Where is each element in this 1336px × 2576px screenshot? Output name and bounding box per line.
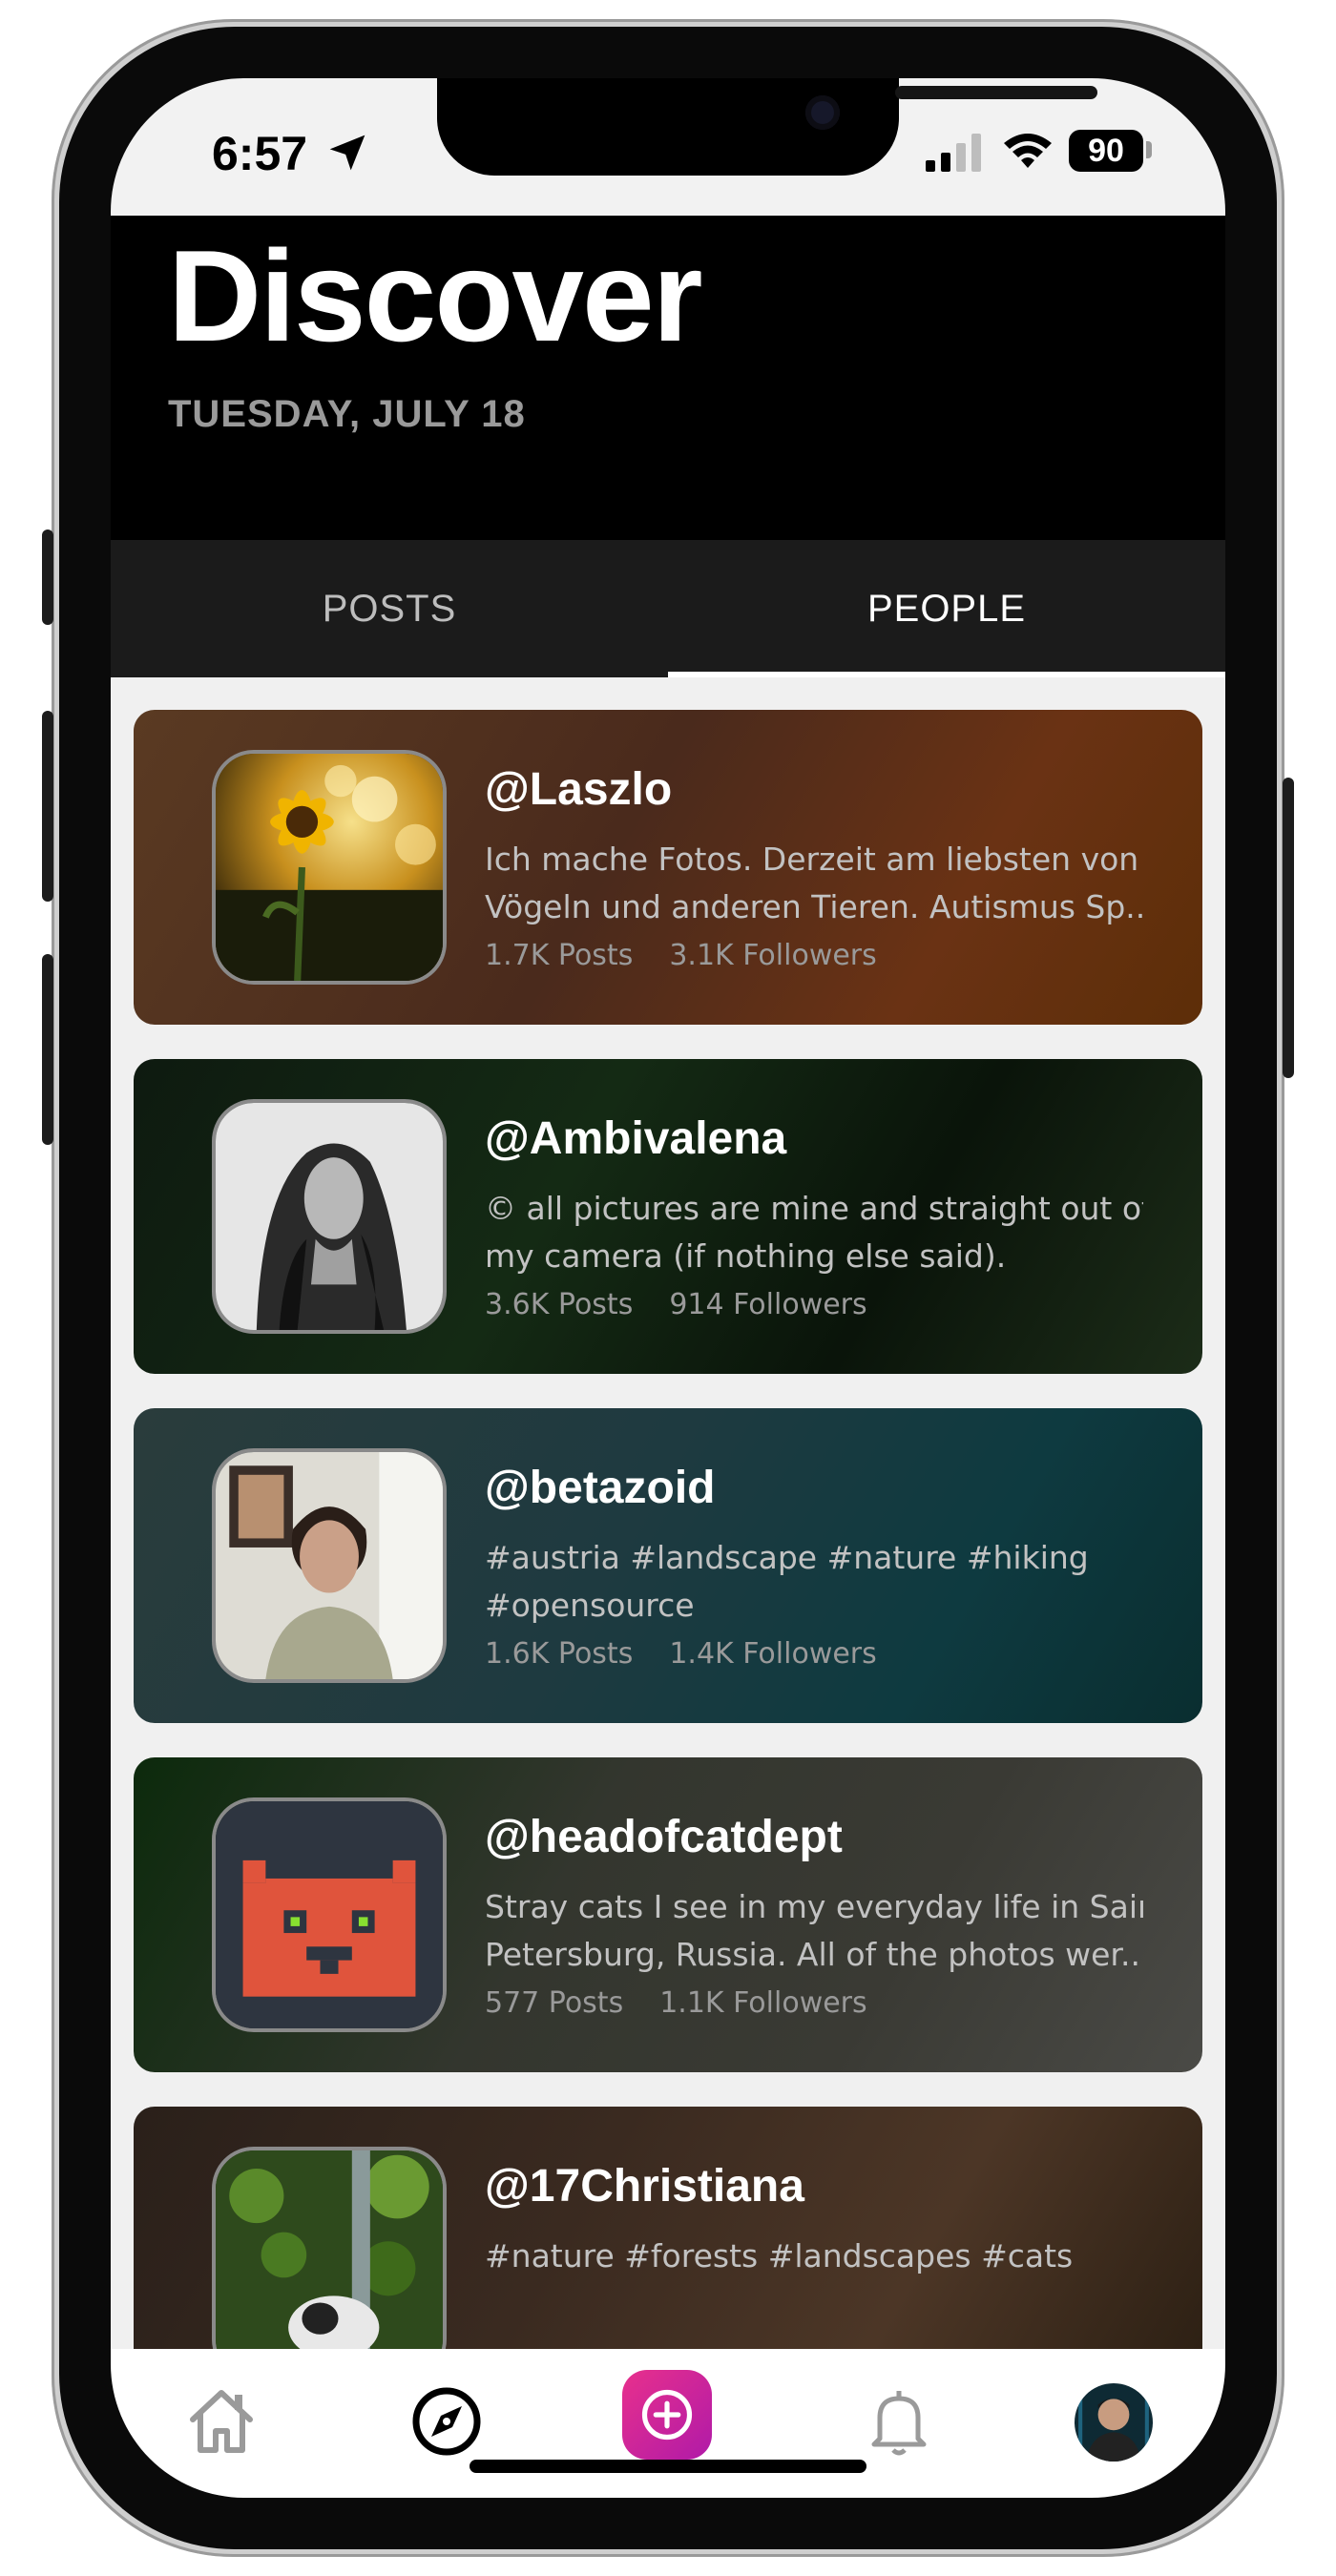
people-list[interactable]: @Laszlo Ich mache Fotos. Derzeit am lieb… xyxy=(111,677,1225,2349)
person-stats: 577 Posts 1.1K Followers xyxy=(485,1986,867,2020)
tab-bar: POSTS PEOPLE xyxy=(111,540,1225,677)
avatar[interactable] xyxy=(212,1099,447,1334)
posts-count: 577 Posts xyxy=(485,1986,624,2020)
bio-line: © all pictures are mine and straight out… xyxy=(485,1190,1143,1227)
woman-portrait-photo xyxy=(216,1452,443,1679)
posts-count: 1.6K Posts xyxy=(485,1637,634,1671)
cellular-signal-icon xyxy=(926,134,981,172)
person-handle[interactable]: @Laszlo xyxy=(485,763,672,816)
notch xyxy=(437,78,1097,176)
pixel-cat-icon xyxy=(216,1801,443,2028)
bottom-tab-bar xyxy=(111,2349,1225,2498)
person-handle[interactable]: @headofcatdept xyxy=(485,1811,843,1863)
avatar[interactable] xyxy=(212,1797,447,2032)
posts-count: 3.6K Posts xyxy=(485,1288,634,1321)
person-bio: #austria #landscape #nature #hiking #ope… xyxy=(485,1534,1143,1630)
posts-count: 1.7K Posts xyxy=(485,939,634,972)
bio-line: #nature #forests #landscapes #cats xyxy=(485,2237,1074,2275)
person-card[interactable]: @17Christiana #nature #forests #landscap… xyxy=(134,2107,1202,2349)
person-card[interactable]: @betazoid #austria #landscape #nature #h… xyxy=(134,1408,1202,1723)
person-bio: Ich mache Fotos. Derzeit am liebsten von… xyxy=(485,836,1143,931)
bio-line: my camera (if nothing else said). xyxy=(485,1237,1007,1275)
person-card[interactable]: @Ambivalena © all pictures are mine and … xyxy=(134,1059,1202,1374)
bio-line: Ich mache Fotos. Derzeit am liebsten von xyxy=(485,841,1139,878)
page-date: TUESDAY, JULY 18 xyxy=(168,393,526,435)
location-arrow-icon xyxy=(329,135,365,171)
bell-icon[interactable] xyxy=(861,2383,937,2460)
power-button xyxy=(1283,778,1294,1078)
person-handle[interactable]: @Ambivalena xyxy=(485,1112,786,1165)
sunflower-photo xyxy=(216,754,443,981)
avatar[interactable] xyxy=(212,2147,447,2349)
profile-avatar-button[interactable] xyxy=(1075,2383,1153,2462)
avatar[interactable] xyxy=(212,1448,447,1683)
create-post-button[interactable] xyxy=(622,2370,712,2460)
bio-line: Vögeln und anderen Tieren. Autismus Sp..… xyxy=(485,888,1143,925)
compass-icon[interactable] xyxy=(408,2383,485,2460)
status-time: 6:57 xyxy=(212,127,308,180)
bio-line: Stray cats I see in my everyday life in … xyxy=(485,1888,1143,1925)
volume-down-button xyxy=(42,954,53,1145)
person-card[interactable]: @headofcatdept Stray cats I see in my ev… xyxy=(134,1757,1202,2072)
person-handle[interactable]: @17Christiana xyxy=(485,2160,804,2212)
bio-line: #austria #landscape #nature #hiking xyxy=(485,1539,1089,1576)
house-icon[interactable] xyxy=(183,2383,260,2460)
avatar[interactable] xyxy=(212,750,447,985)
person-stats: 1.6K Posts 1.4K Followers xyxy=(485,1637,877,1671)
person-bio: #nature #forests #landscapes #cats xyxy=(485,2233,1143,2280)
tab-posts[interactable]: POSTS xyxy=(111,540,668,677)
status-bar: 6:57 90 xyxy=(111,78,1225,216)
tab-people[interactable]: PEOPLE xyxy=(668,540,1225,677)
mute-switch xyxy=(42,530,53,625)
followers-count: 1.1K Followers xyxy=(659,1986,867,2020)
followers-count: 1.4K Followers xyxy=(669,1637,877,1671)
person-bio: © all pictures are mine and straight out… xyxy=(485,1185,1143,1280)
speaker-grille xyxy=(895,86,1097,99)
person-handle[interactable]: @betazoid xyxy=(485,1462,715,1514)
home-indicator[interactable] xyxy=(470,2460,866,2473)
battery-cap xyxy=(1146,141,1152,158)
bio-line: Petersburg, Russia. All of the photos we… xyxy=(485,1936,1143,1973)
camera-icon xyxy=(805,95,840,130)
page-title: Discover xyxy=(168,223,703,368)
avatar xyxy=(1075,2383,1153,2462)
person-bio: Stray cats I see in my everyday life in … xyxy=(485,1883,1143,1979)
cat-in-leaves-photo xyxy=(216,2150,443,2349)
bw-portrait-photo xyxy=(216,1103,443,1330)
battery-indicator: 90 xyxy=(1069,130,1143,172)
screen: 6:57 90 Discover TUESDAY, JULY 18 POSTS … xyxy=(111,78,1225,2498)
plus-circle-icon xyxy=(641,2389,693,2441)
person-stats: 1.7K Posts 3.1K Followers xyxy=(485,939,877,972)
followers-count: 3.1K Followers xyxy=(669,939,877,972)
person-card[interactable]: @Laszlo Ich mache Fotos. Derzeit am lieb… xyxy=(134,710,1202,1025)
followers-count: 914 Followers xyxy=(669,1288,867,1321)
person-stats: 3.6K Posts 914 Followers xyxy=(485,1288,867,1321)
volume-up-button xyxy=(42,711,53,902)
wifi-icon xyxy=(1004,134,1052,168)
bio-line: #opensource xyxy=(485,1587,695,1624)
